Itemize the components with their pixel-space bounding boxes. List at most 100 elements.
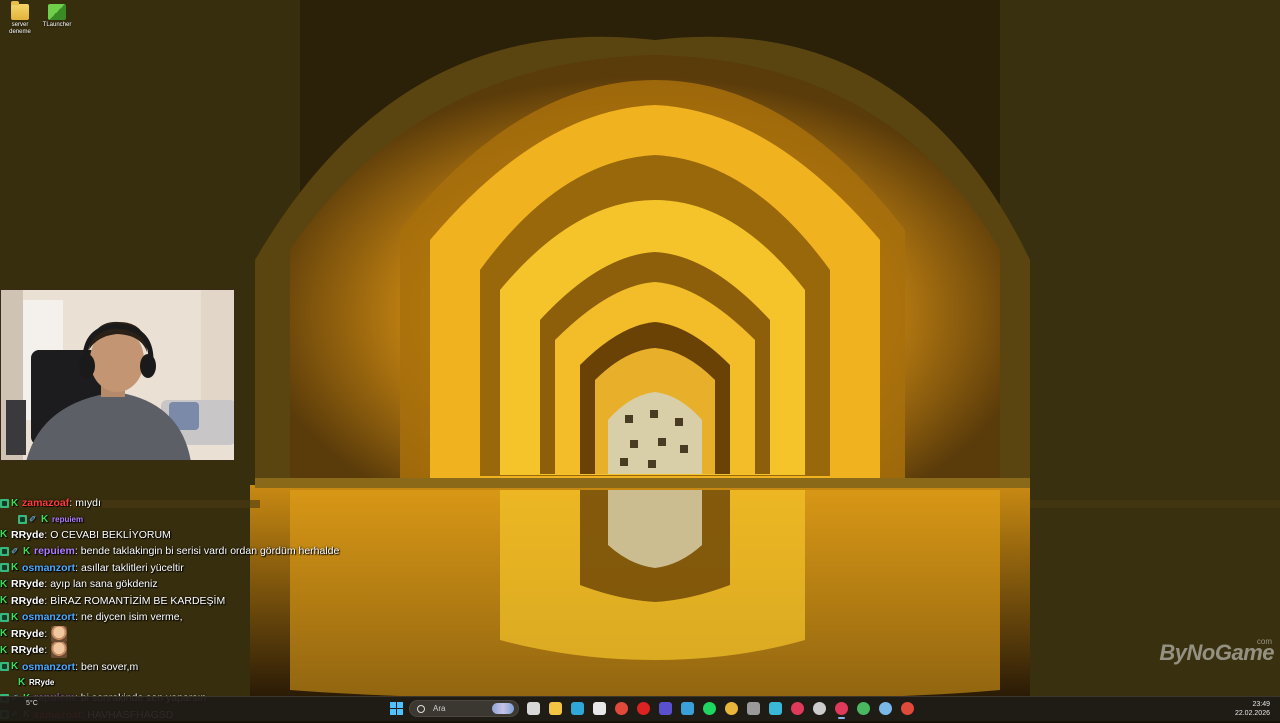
chat-message: ✐Krepuiem:bende taklakingin bi serisi va… <box>0 543 420 560</box>
kick-badge-icon: K <box>11 613 20 622</box>
chrome-icon-4[interactable] <box>901 702 914 715</box>
chat-emote-icon <box>51 642 67 658</box>
spotify-icon[interactable] <box>703 702 716 715</box>
file-explorer-icon[interactable] <box>549 702 562 715</box>
opera-icon[interactable] <box>637 702 650 715</box>
stream-chat: Kzamazoaf:mıydı✐KrepuiemKRRyde:O CEVABI … <box>0 495 420 723</box>
moderator-badge-icon <box>0 613 9 622</box>
github-icon[interactable] <box>813 702 826 715</box>
chat-message: Kzamazoaf:mıydı <box>0 495 420 512</box>
watermark-sub: com <box>1257 637 1272 646</box>
taskbar-search[interactable]: Ara <box>409 700 519 717</box>
kick-badge-icon: K <box>0 596 9 605</box>
chat-username[interactable]: RRyde <box>11 644 44 656</box>
weather-widget[interactable]: 5°C <box>26 700 38 707</box>
chat-separator: : <box>44 595 47 607</box>
opera-gx-icon[interactable] <box>791 702 804 715</box>
chat-text: bende taklakingin bi serisi vardı ordan … <box>81 545 340 557</box>
chat-reply-line: KRRyde <box>0 675 420 690</box>
desktop-icon-tlauncher[interactable]: TLauncher <box>37 2 77 29</box>
weather-temp: 5°C <box>26 700 38 707</box>
chrome-icon-3[interactable] <box>857 702 870 715</box>
chat-username[interactable]: zamazoaf <box>22 497 69 509</box>
edge-icon[interactable] <box>571 702 584 715</box>
folder-icon <box>11 4 29 20</box>
chat-message: KRRyde:ayıp lan sana gökdeniz <box>0 576 420 593</box>
chat-message: Kosmanzort:ben sover,m <box>0 659 420 676</box>
task-view-icon[interactable] <box>527 702 540 715</box>
moderator-badge-icon <box>0 662 9 671</box>
start-button[interactable] <box>390 702 403 715</box>
kick-badge-icon: K <box>41 515 50 524</box>
webcam-feed <box>1 290 235 461</box>
search-icon <box>417 705 425 713</box>
chat-separator: : <box>44 529 47 541</box>
desktop-icon-label: TLauncher <box>43 22 72 28</box>
notes-icon[interactable] <box>593 702 606 715</box>
chat-reply-line: ✐Krepuiem <box>0 512 420 527</box>
chat-message: Kosmanzort:ne diycen isim verme, <box>0 609 420 626</box>
chat-text: O CEVABI BEKLİYORUM <box>50 529 171 541</box>
kick-badge-icon: K <box>23 547 32 556</box>
sticky-icon[interactable] <box>681 702 694 715</box>
chat-username[interactable]: osmanzort <box>22 562 75 574</box>
chat-username[interactable]: RRyde <box>11 628 44 640</box>
chat-text: ayıp lan sana gökdeniz <box>50 578 157 590</box>
chat-message: KRRyde:O CEVABI BEKLİYORUM <box>0 527 420 544</box>
chat-username[interactable]: RRyde <box>11 529 44 541</box>
moderator-badge-icon <box>18 515 27 524</box>
chat-username[interactable]: osmanzort <box>22 611 75 623</box>
opera-gx-icon-2[interactable] <box>835 702 848 715</box>
chat-separator: : <box>75 611 78 623</box>
kick-badge-icon: K <box>0 580 9 589</box>
system-clock[interactable]: 23:49 22.02.2026 <box>1235 700 1270 718</box>
chat-separator: : <box>44 578 47 590</box>
tlauncher-icon <box>48 4 66 20</box>
chat-message: KRRyde:BİRAZ ROMANTİZİM BE KARDEŞİM <box>0 593 420 610</box>
chat-emote-icon <box>51 626 67 642</box>
chat-message: KRRyde: <box>0 626 420 643</box>
chat-separator: : <box>44 628 47 640</box>
calculator-icon[interactable] <box>747 702 760 715</box>
chat-text: mıydı <box>75 497 101 509</box>
desktop-icon-server-deneme[interactable]: server deneme <box>0 2 40 36</box>
chat-username[interactable]: RRyde <box>11 578 44 590</box>
chat-username[interactable]: repuiem <box>34 545 75 557</box>
obs-icon[interactable] <box>659 702 672 715</box>
kick-badge-icon: K <box>0 530 9 539</box>
search-highlight-icon <box>492 703 514 714</box>
chat-text: BİRAZ ROMANTİZİM BE KARDEŞİM <box>50 595 225 607</box>
moderator-badge-icon <box>0 547 9 556</box>
chrome-icon-2[interactable] <box>725 702 738 715</box>
sword-badge-icon: ✐ <box>11 547 21 556</box>
sword-badge-icon: ✐ <box>29 515 39 524</box>
chat-separator: : <box>75 661 78 673</box>
kick-badge-icon: K <box>0 646 9 655</box>
windows-logo-icon <box>390 702 396 708</box>
kick-badge-icon: K <box>11 662 20 671</box>
clock-date: 22.02.2026 <box>1235 709 1270 718</box>
taskbar: 5°C Ara 23:49 22.02.2026 <box>0 696 1280 721</box>
kick-badge-icon: K <box>11 499 20 508</box>
chat-username[interactable]: RRyde <box>11 595 44 607</box>
webcam-overlay <box>0 289 235 461</box>
chat-message: Kosmanzort:asıllar taklitleri yüceltir <box>0 560 420 577</box>
chrome-icon[interactable] <box>615 702 628 715</box>
watermark: com ByNoGame <box>1159 640 1274 666</box>
kick-badge-icon: K <box>0 629 9 638</box>
moderator-badge-icon <box>0 563 9 572</box>
moderator-badge-icon <box>0 499 9 508</box>
kick-badge-icon: K <box>18 678 27 687</box>
chat-separator: : <box>44 644 47 656</box>
chat-text: ben sover,m <box>81 661 138 673</box>
chat-message: KRRyde: <box>0 642 420 659</box>
photos-icon[interactable] <box>769 702 782 715</box>
chat-username[interactable]: RRyde <box>29 678 54 687</box>
steam-icon[interactable] <box>879 702 892 715</box>
desktop-icon-label: server deneme <box>9 22 31 35</box>
search-placeholder: Ara <box>433 704 445 713</box>
chat-separator: : <box>69 497 72 509</box>
chat-username[interactable]: repuiem <box>52 515 83 524</box>
chat-username[interactable]: osmanzort <box>22 661 75 673</box>
chat-text: asıllar taklitleri yüceltir <box>81 562 184 574</box>
